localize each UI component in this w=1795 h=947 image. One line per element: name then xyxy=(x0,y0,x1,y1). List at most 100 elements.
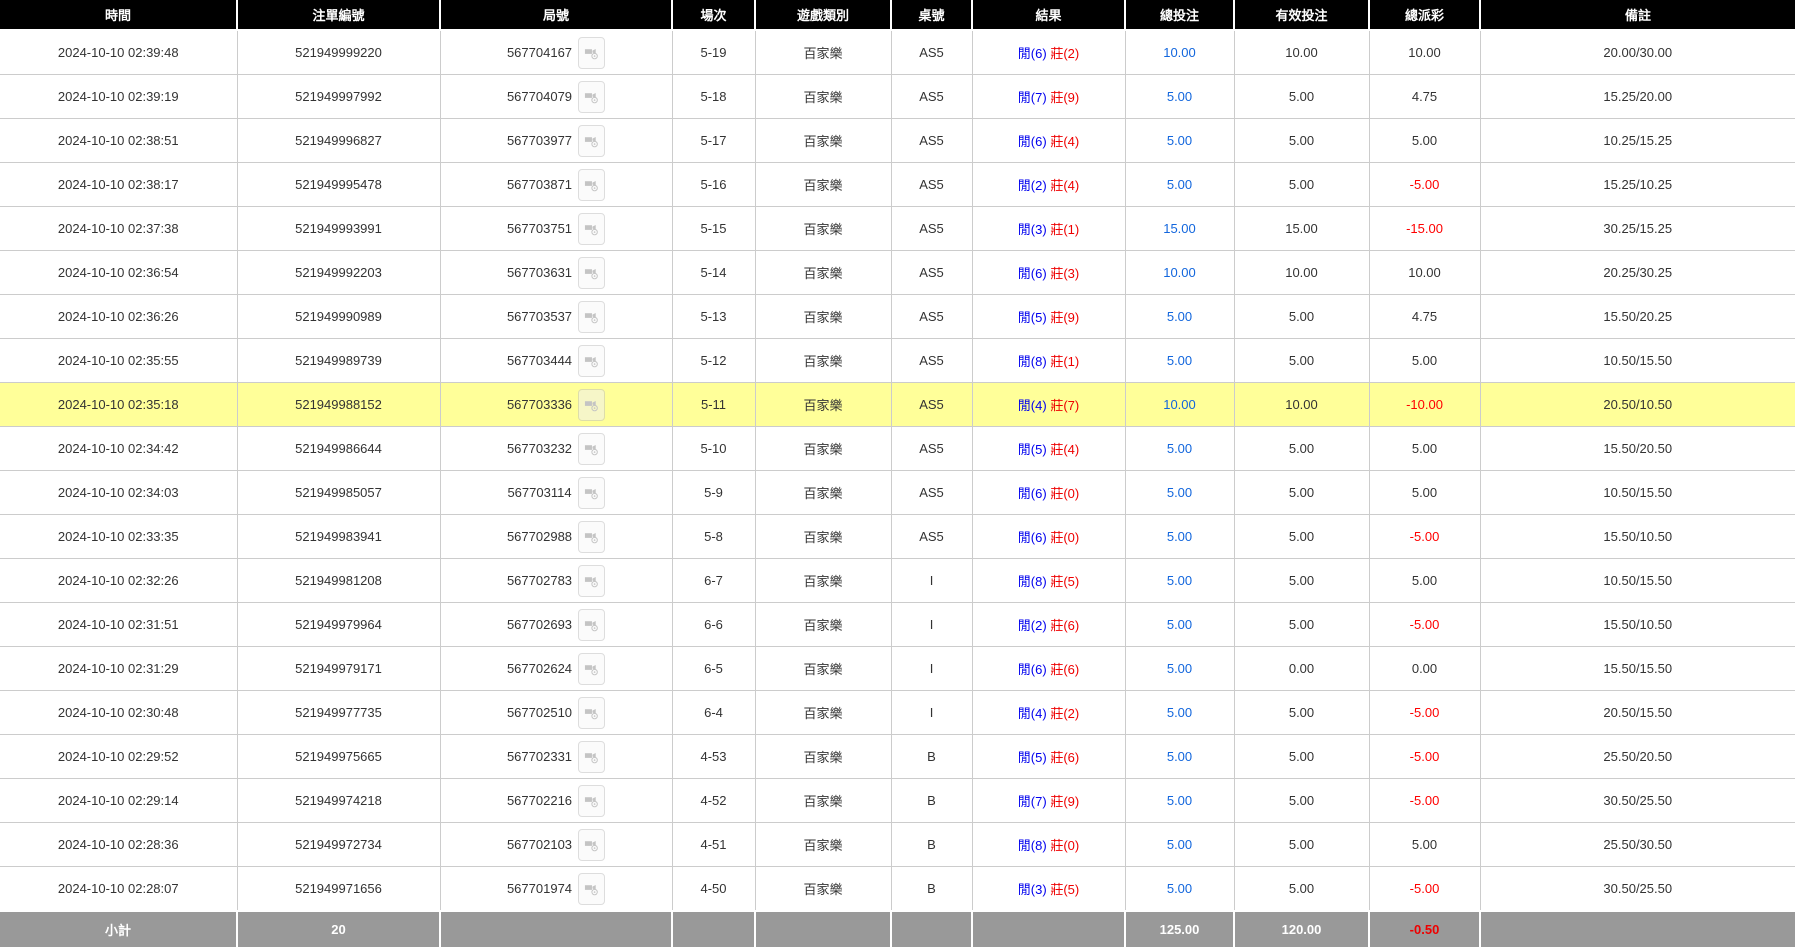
cell-valid-bet: 5.00 xyxy=(1234,735,1369,779)
subtotal-empty-session xyxy=(672,911,755,947)
total-bet-link[interactable]: 5.00 xyxy=(1167,89,1192,104)
total-bet-link[interactable]: 5.00 xyxy=(1167,793,1192,808)
result-player: 閒(3) xyxy=(1018,222,1047,237)
column-header-remark: 備註 xyxy=(1480,0,1795,30)
cell-remark: 15.50/20.50 xyxy=(1480,427,1795,471)
cell-valid-bet: 10.00 xyxy=(1234,251,1369,295)
cell-total-bet: 5.00 xyxy=(1125,867,1234,912)
cell-table-no: AS5 xyxy=(891,471,972,515)
subtotal-empty-result xyxy=(972,911,1125,947)
cell-bet-id: 521949996827 xyxy=(237,119,440,163)
video-replay-icon[interactable] xyxy=(578,609,605,641)
video-replay-icon[interactable] xyxy=(578,477,605,509)
video-replay-icon[interactable] xyxy=(578,169,605,201)
video-replay-icon[interactable] xyxy=(578,697,605,729)
cell-round-no: 567703232 xyxy=(440,427,672,471)
cell-total-bet: 5.00 xyxy=(1125,471,1234,515)
cell-game-type: 百家樂 xyxy=(755,30,891,75)
video-replay-icon[interactable] xyxy=(578,257,605,289)
cell-table-no: AS5 xyxy=(891,339,972,383)
result-banker: 莊(5) xyxy=(1050,574,1079,589)
total-bet-link[interactable]: 10.00 xyxy=(1163,265,1196,280)
cell-time: 2024-10-10 02:31:29 xyxy=(0,647,237,691)
total-bet-link[interactable]: 10.00 xyxy=(1163,45,1196,60)
cell-game-type: 百家樂 xyxy=(755,339,891,383)
video-replay-icon[interactable] xyxy=(578,785,605,817)
total-bet-link[interactable]: 5.00 xyxy=(1167,133,1192,148)
cell-result: 閒(2) 莊(4) xyxy=(972,163,1125,207)
cell-total-bet: 10.00 xyxy=(1125,383,1234,427)
total-bet-link[interactable]: 5.00 xyxy=(1167,705,1192,720)
cell-total-payout: -10.00 xyxy=(1369,383,1480,427)
video-replay-icon[interactable] xyxy=(578,125,605,157)
table-row: 2024-10-10 02:36:54 521949992203 5677036… xyxy=(0,251,1795,295)
total-bet-link[interactable]: 5.00 xyxy=(1167,661,1192,676)
video-replay-icon[interactable] xyxy=(578,433,605,465)
cell-result: 閒(8) 莊(0) xyxy=(972,823,1125,867)
cell-round-no: 567703871 xyxy=(440,163,672,207)
cell-total-bet: 5.00 xyxy=(1125,75,1234,119)
total-bet-link[interactable]: 5.00 xyxy=(1167,573,1192,588)
video-replay-icon[interactable] xyxy=(578,37,605,69)
result-player: 閒(4) xyxy=(1018,706,1047,721)
result-player: 閒(8) xyxy=(1018,354,1047,369)
cell-remark: 15.50/15.50 xyxy=(1480,647,1795,691)
cell-session: 6-4 xyxy=(672,691,755,735)
round-number: 567702693 xyxy=(507,617,572,632)
total-bet-link[interactable]: 5.00 xyxy=(1167,837,1192,852)
round-number: 567703871 xyxy=(507,177,572,192)
video-replay-icon[interactable] xyxy=(578,829,605,861)
total-bet-link[interactable]: 5.00 xyxy=(1167,441,1192,456)
cell-remark: 15.50/10.50 xyxy=(1480,603,1795,647)
cell-session: 5-15 xyxy=(672,207,755,251)
cell-round-no: 567703336 xyxy=(440,383,672,427)
video-replay-icon[interactable] xyxy=(578,653,605,685)
total-bet-link[interactable]: 5.00 xyxy=(1167,881,1192,896)
column-header-valid_bet: 有效投注 xyxy=(1234,0,1369,30)
video-replay-icon[interactable] xyxy=(578,81,605,113)
video-replay-icon[interactable] xyxy=(578,389,605,421)
video-replay-icon[interactable] xyxy=(578,301,605,333)
round-number: 567703537 xyxy=(507,309,572,324)
cell-table-no: B xyxy=(891,735,972,779)
total-bet-link[interactable]: 15.00 xyxy=(1163,221,1196,236)
video-replay-icon[interactable] xyxy=(578,565,605,597)
cell-total-bet: 5.00 xyxy=(1125,647,1234,691)
result-banker: 莊(9) xyxy=(1050,794,1079,809)
cell-total-payout: -5.00 xyxy=(1369,515,1480,559)
cell-result: 閒(6) 莊(6) xyxy=(972,647,1125,691)
result-player: 閒(8) xyxy=(1018,574,1047,589)
total-bet-link[interactable]: 5.00 xyxy=(1167,485,1192,500)
total-bet-link[interactable]: 5.00 xyxy=(1167,617,1192,632)
video-replay-icon[interactable] xyxy=(578,741,605,773)
cell-result: 閒(3) 莊(5) xyxy=(972,867,1125,912)
video-replay-icon[interactable] xyxy=(578,521,605,553)
total-bet-link[interactable]: 5.00 xyxy=(1167,309,1192,324)
cell-total-payout: 5.00 xyxy=(1369,823,1480,867)
cell-valid-bet: 5.00 xyxy=(1234,867,1369,912)
video-replay-icon[interactable] xyxy=(578,873,605,905)
result-player: 閒(6) xyxy=(1018,134,1047,149)
cell-total-payout: 5.00 xyxy=(1369,471,1480,515)
cell-bet-id: 521949999220 xyxy=(237,30,440,75)
cell-time: 2024-10-10 02:30:48 xyxy=(0,691,237,735)
cell-round-no: 567703444 xyxy=(440,339,672,383)
cell-session: 5-16 xyxy=(672,163,755,207)
cell-session: 5-19 xyxy=(672,30,755,75)
result-banker: 莊(1) xyxy=(1050,222,1079,237)
total-bet-link[interactable]: 5.00 xyxy=(1167,749,1192,764)
video-replay-icon[interactable] xyxy=(578,345,605,377)
cell-total-payout: 10.00 xyxy=(1369,30,1480,75)
cell-total-payout: 10.00 xyxy=(1369,251,1480,295)
result-banker: 莊(0) xyxy=(1050,530,1079,545)
cell-valid-bet: 0.00 xyxy=(1234,647,1369,691)
total-bet-link[interactable]: 5.00 xyxy=(1167,353,1192,368)
cell-total-bet: 5.00 xyxy=(1125,779,1234,823)
total-bet-link[interactable]: 5.00 xyxy=(1167,177,1192,192)
table-row: 2024-10-10 02:28:07 521949971656 5677019… xyxy=(0,867,1795,912)
total-bet-link[interactable]: 5.00 xyxy=(1167,529,1192,544)
total-bet-link[interactable]: 10.00 xyxy=(1163,397,1196,412)
round-number: 567703977 xyxy=(507,133,572,148)
video-replay-icon[interactable] xyxy=(578,213,605,245)
round-number: 567702624 xyxy=(507,661,572,676)
